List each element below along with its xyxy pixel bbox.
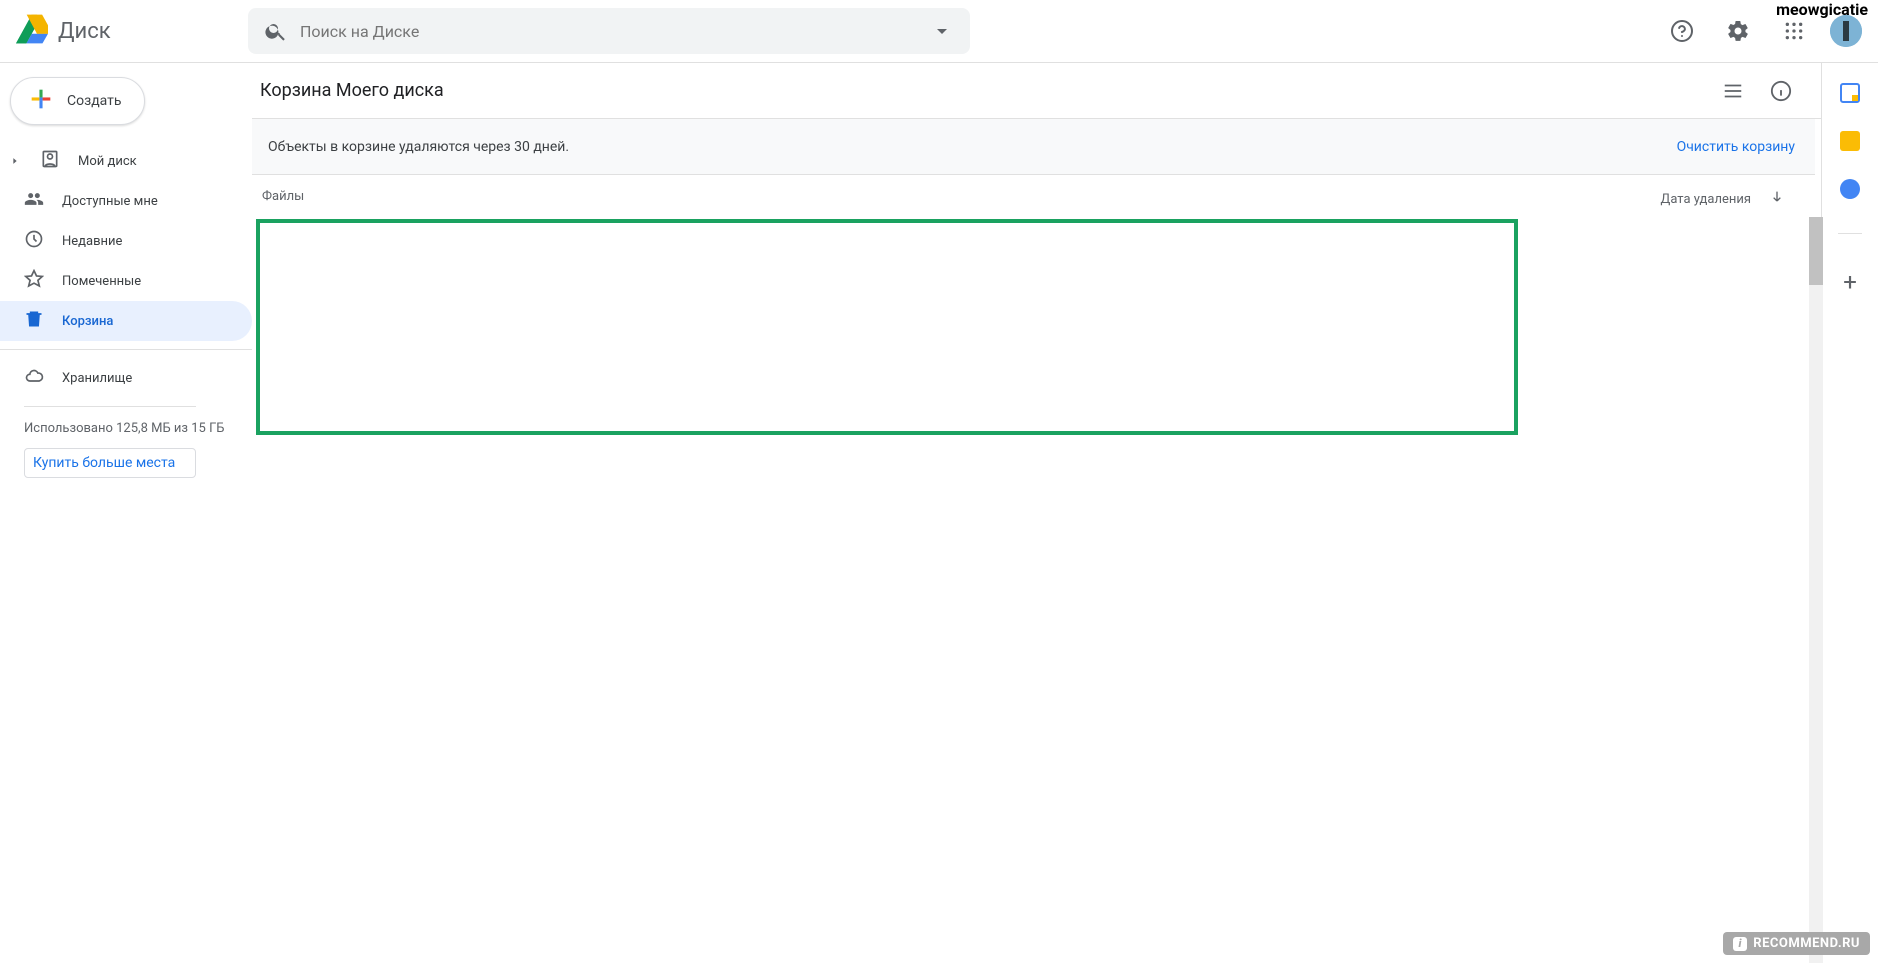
drive-logo-icon bbox=[16, 13, 48, 49]
sidebar-item-my-drive[interactable]: Мой диск bbox=[0, 141, 252, 181]
page-title: Корзина Моего диска bbox=[260, 80, 1713, 101]
scrollbar[interactable] bbox=[1809, 217, 1823, 963]
search-icon bbox=[264, 19, 288, 43]
sidebar-item-storage[interactable]: Хранилище bbox=[0, 358, 252, 398]
content-header: Корзина Моего диска bbox=[252, 63, 1821, 119]
sidebar: Создать Мой диск Доступные мне Недавние … bbox=[0, 63, 252, 963]
sidebar-item-label: Хранилище bbox=[62, 371, 132, 386]
arrow-down-icon bbox=[1769, 189, 1785, 209]
file-list-area bbox=[252, 217, 1821, 963]
column-deleted-date[interactable]: Дата удаления bbox=[1661, 189, 1791, 209]
content-area: Корзина Моего диска Объекты в корзине уд… bbox=[252, 63, 1822, 963]
sidebar-item-label: Доступные мне bbox=[62, 194, 158, 209]
column-files[interactable]: Файлы bbox=[262, 189, 1661, 209]
account-avatar[interactable] bbox=[1830, 15, 1862, 47]
star-icon bbox=[24, 269, 44, 293]
keep-app-icon[interactable] bbox=[1840, 131, 1860, 151]
search-bar[interactable] bbox=[248, 8, 970, 54]
rail-divider bbox=[1838, 233, 1862, 234]
storage-bar bbox=[24, 406, 196, 407]
watermark: i RECOMMEND.RU bbox=[1723, 932, 1870, 955]
list-header: Файлы Дата удаления bbox=[252, 175, 1821, 217]
plus-icon bbox=[27, 85, 55, 117]
highlight-box bbox=[256, 219, 1518, 435]
scroll-thumb[interactable] bbox=[1809, 217, 1823, 285]
help-button[interactable] bbox=[1662, 11, 1702, 51]
sidebar-item-trash[interactable]: Корзина bbox=[0, 301, 252, 341]
add-addon-button[interactable]: + bbox=[1843, 268, 1857, 296]
logo-block[interactable]: Диск bbox=[16, 13, 248, 49]
shared-icon bbox=[24, 189, 44, 213]
sidebar-item-label: Мой диск bbox=[78, 154, 137, 169]
sidebar-item-label: Недавние bbox=[62, 234, 122, 249]
sidebar-divider bbox=[0, 349, 252, 350]
clock-icon bbox=[24, 229, 44, 253]
sidebar-item-shared[interactable]: Доступные мне bbox=[0, 181, 252, 221]
username-tag: meowgicatie bbox=[1776, 0, 1868, 19]
info-button[interactable] bbox=[1761, 71, 1801, 111]
sidebar-item-label: Корзина bbox=[62, 314, 113, 329]
trash-info-banner: Объекты в корзине удаляются через 30 дне… bbox=[252, 119, 1815, 175]
side-panel: + bbox=[1822, 63, 1878, 963]
my-drive-icon bbox=[40, 149, 60, 173]
watermark-icon: i bbox=[1733, 937, 1747, 951]
watermark-text: RECOMMEND.RU bbox=[1753, 936, 1860, 951]
topbar: Диск bbox=[0, 0, 1878, 63]
column-deleted-label: Дата удаления bbox=[1661, 192, 1751, 207]
sidebar-item-recent[interactable]: Недавние bbox=[0, 221, 252, 261]
sidebar-item-starred[interactable]: Помеченные bbox=[0, 261, 252, 301]
storage-used-text: Использовано 125,8 МБ из 15 ГБ bbox=[0, 415, 252, 448]
tasks-app-icon[interactable] bbox=[1840, 179, 1860, 199]
sidebar-item-label: Помеченные bbox=[62, 274, 141, 289]
search-options-icon[interactable] bbox=[930, 19, 954, 43]
new-button-label: Создать bbox=[67, 93, 122, 109]
settings-button[interactable] bbox=[1718, 11, 1758, 51]
new-button[interactable]: Создать bbox=[10, 77, 145, 125]
buy-storage-button[interactable]: Купить больше места bbox=[24, 448, 196, 478]
view-list-button[interactable] bbox=[1713, 71, 1753, 111]
chevron-right-icon bbox=[10, 156, 22, 166]
banner-text: Объекты в корзине удаляются через 30 дне… bbox=[268, 139, 569, 155]
cloud-icon bbox=[24, 366, 44, 390]
search-input[interactable] bbox=[288, 22, 930, 41]
trash-icon bbox=[24, 309, 44, 333]
app-name: Диск bbox=[58, 19, 111, 44]
calendar-app-icon[interactable] bbox=[1840, 83, 1860, 103]
empty-trash-button[interactable]: Очистить корзину bbox=[1677, 139, 1795, 155]
